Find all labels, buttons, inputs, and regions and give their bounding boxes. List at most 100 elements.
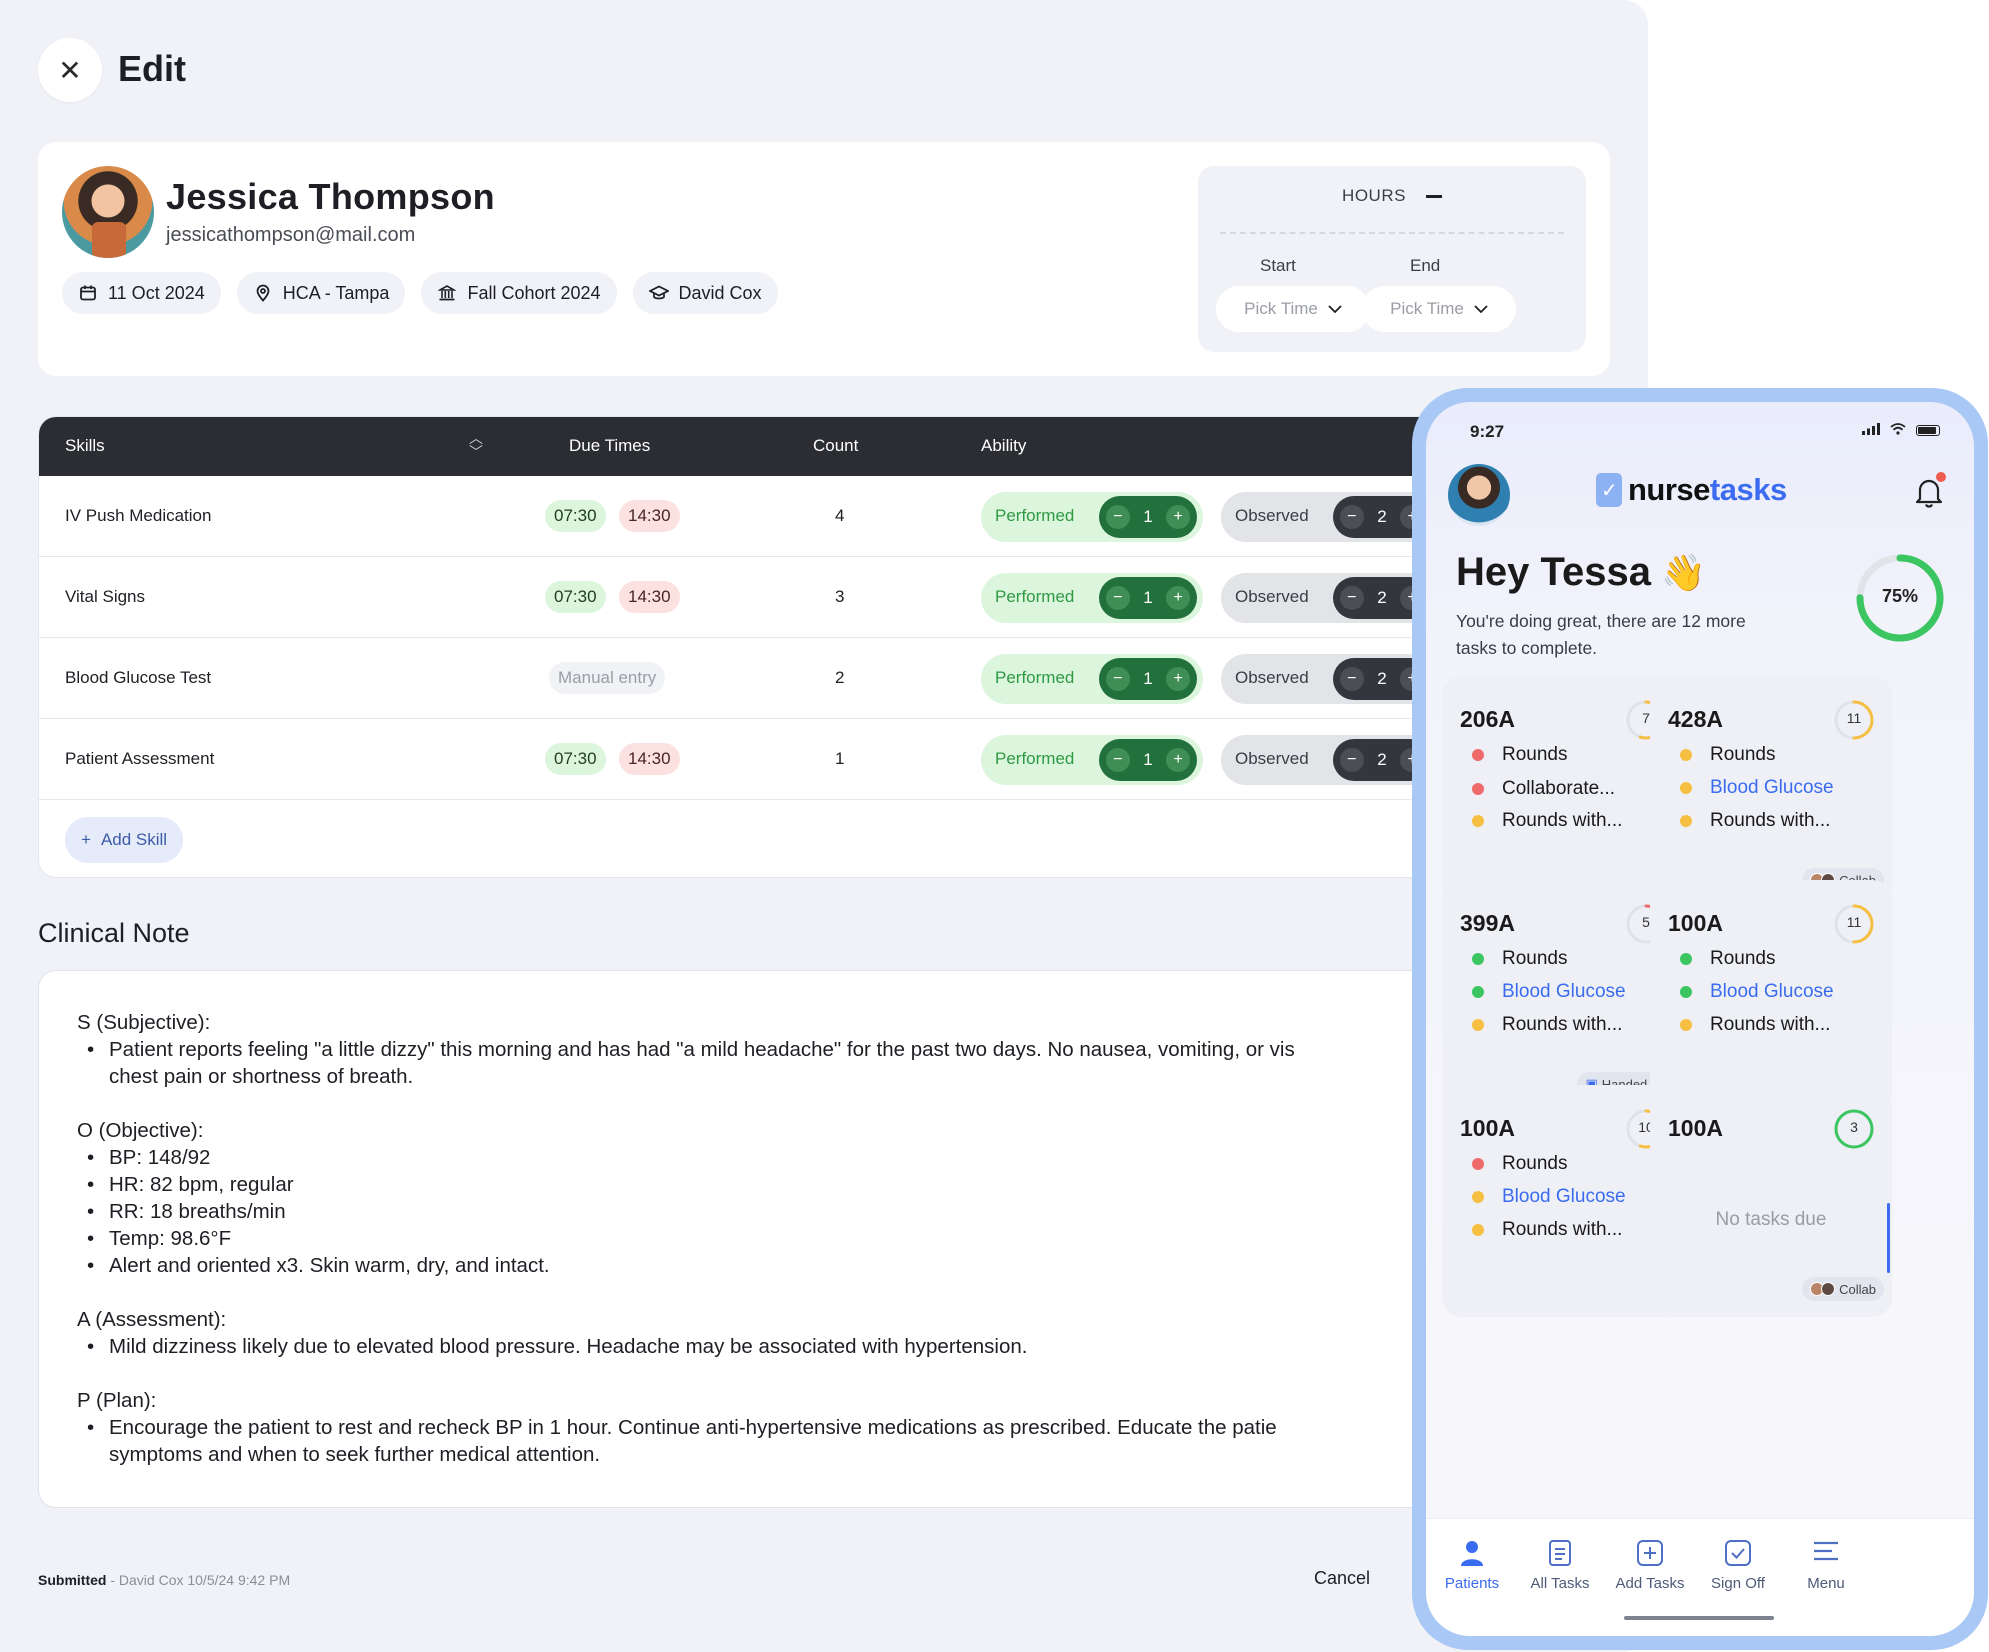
note-list: BP: 148/92 HR: 82 bpm, regular RR: 18 br…	[77, 1144, 1571, 1279]
user-avatar[interactable]	[1448, 464, 1510, 526]
table-header: Skills ︿ ﹀ Due Times Count Ability	[39, 417, 1609, 476]
hours-header: HOURS	[1198, 186, 1586, 206]
minus-icon[interactable]	[1425, 195, 1442, 199]
task-label: Rounds	[1710, 948, 1776, 969]
room-card-428a[interactable]: 428A 11 Rounds Blood Glucose Rounds with…	[1650, 676, 1892, 908]
increment-button[interactable]: +	[1166, 505, 1191, 529]
status-icons	[1862, 422, 1940, 438]
note-item: BP: 148/92	[87, 1144, 1571, 1171]
decrement-button[interactable]: −	[1105, 748, 1130, 772]
scrollbar[interactable]	[1887, 1203, 1890, 1273]
observed-control: Observed − 2 +	[1221, 492, 1443, 542]
increment-button[interactable]: +	[1166, 667, 1191, 691]
task-label: Rounds with...	[1502, 1014, 1623, 1035]
location-pin-icon	[253, 283, 273, 303]
bottom-nav: Patients All Tasks Add Tasks Sign Off Me…	[1426, 1518, 1974, 1636]
note-section-assessment: A (Assessment): Mild dizziness likely du…	[77, 1306, 1571, 1360]
task-item-link[interactable]: Blood Glucose	[1472, 1186, 1626, 1208]
note-section-subjective: S (Subjective): Patient reports feeling …	[77, 1009, 1571, 1090]
student-name: Jessica Thompson	[166, 176, 495, 217]
due-time-pill: 07:30	[545, 581, 606, 613]
note-list: Encourage the patient to rest and rechec…	[77, 1414, 1571, 1468]
task-item: Rounds	[1472, 1153, 1568, 1175]
room-card-206a[interactable]: 206A 7 Rounds Collaborate... Rounds with…	[1442, 676, 1684, 908]
task-item: Rounds with...	[1472, 810, 1622, 832]
due-time-pill: 14:30	[619, 743, 680, 775]
canvas: ✕ Edit Jessica Thompson jessicathompson@…	[0, 0, 1989, 1652]
status-dot	[1472, 815, 1484, 827]
decrement-button[interactable]: −	[1105, 667, 1130, 691]
end-time-picker[interactable]: Pick Time	[1362, 286, 1516, 332]
status-dot	[1472, 1158, 1484, 1170]
avatar	[1821, 1282, 1836, 1296]
nav-sign-off[interactable]: Sign Off	[1688, 1539, 1788, 1592]
decrement-button[interactable]: −	[1105, 505, 1130, 529]
bell-icon[interactable]	[1914, 476, 1944, 516]
calendar-icon	[78, 283, 98, 303]
status-dot	[1680, 782, 1692, 794]
start-time-picker[interactable]: Pick Time	[1216, 286, 1370, 332]
decrement-button[interactable]: −	[1339, 505, 1364, 529]
task-item: Rounds with...	[1472, 1219, 1622, 1241]
date-chip-label: 11 Oct 2024	[108, 282, 205, 303]
nav-all-tasks[interactable]: All Tasks	[1510, 1539, 1610, 1592]
skill-count: 3	[835, 587, 845, 606]
table-row: Blood Glucose Test Manual entry 2 Perfor…	[39, 638, 1609, 719]
nav-label: Menu	[1807, 1575, 1845, 1592]
chevron-down-icon	[1328, 299, 1342, 319]
nav-menu[interactable]: Menu	[1776, 1539, 1876, 1592]
close-button[interactable]: ✕	[38, 38, 102, 102]
notification-dot	[1936, 472, 1946, 482]
add-skill-button[interactable]: + Add Skill	[65, 817, 184, 863]
decrement-button[interactable]: −	[1339, 667, 1364, 691]
task-item: Collaborate...	[1472, 778, 1615, 800]
edit-panel: ✕ Edit Jessica Thompson jessicathompson@…	[0, 0, 1648, 1652]
due-time-pill: 07:30	[545, 743, 606, 775]
room-name: 100A	[1460, 1115, 1515, 1141]
decrement-button[interactable]: −	[1339, 586, 1364, 610]
skills-table: Skills ︿ ﹀ Due Times Count Ability IV Pus…	[38, 416, 1610, 878]
clinical-note-title: Clinical Note	[38, 918, 190, 948]
room-task-count: 3	[1850, 1119, 1858, 1135]
decrement-button[interactable]: −	[1339, 748, 1364, 772]
increment-button[interactable]: +	[1166, 748, 1191, 772]
performed-control: Performed − 1 +	[981, 735, 1203, 785]
logo-nurse: nurse	[1628, 472, 1710, 507]
building-icon	[437, 283, 457, 303]
due-time-pill: 14:30	[619, 581, 680, 613]
task-label: Rounds	[1502, 948, 1568, 969]
observed-label: Observed	[1235, 749, 1309, 768]
performed-label: Performed	[995, 587, 1075, 606]
room-card-100a[interactable]: 100A 11 Rounds Blood Glucose Rounds with…	[1650, 880, 1892, 1112]
room-card-100a[interactable]: 100A 10 Rounds Blood Glucose Rounds with…	[1442, 1085, 1684, 1317]
note-item: Alert and oriented x3. Skin warm, dry, a…	[87, 1252, 1571, 1279]
date-chip: 11 Oct 2024	[62, 272, 221, 314]
sort-icon[interactable]: ︿ ﹀	[469, 431, 483, 459]
nav-patients[interactable]: Patients	[1426, 1539, 1522, 1592]
observed-control: Observed − 2 +	[1221, 573, 1443, 623]
task-item-link[interactable]: Blood Glucose	[1680, 981, 1834, 1003]
room-task-count: 11	[1846, 914, 1862, 930]
manual-entry-pill[interactable]: Manual entry	[549, 662, 666, 694]
cancel-button[interactable]: Cancel	[1314, 1568, 1370, 1589]
clipboard-check-icon	[1596, 473, 1622, 507]
clinical-note-textarea[interactable]: S (Subjective): Patient reports feeling …	[38, 970, 1610, 1508]
greeting-text: Hey Tessa	[1456, 550, 1651, 594]
decrement-button[interactable]: −	[1105, 586, 1130, 610]
increment-button[interactable]: +	[1166, 586, 1191, 610]
note-item: Encourage the patient to rest and rechec…	[87, 1414, 1571, 1468]
home-indicator[interactable]	[1624, 1616, 1774, 1620]
room-card-399a[interactable]: 399A 5 Rounds Blood Glucose Rounds with.…	[1442, 880, 1684, 1112]
task-item-link[interactable]: Blood Glucose	[1680, 777, 1834, 799]
avatar	[62, 166, 154, 258]
table-row: Patient Assessment 07:30 14:30 1 Perform…	[39, 719, 1609, 800]
room-card-100a-empty[interactable]: 100A 3 No tasks due Collab	[1650, 1085, 1892, 1317]
table-row: IV Push Medication 07:30 14:30 4 Perform…	[39, 476, 1609, 557]
nav-add-tasks[interactable]: Add Tasks	[1600, 1539, 1700, 1592]
status-dot	[1472, 749, 1484, 761]
end-label: End	[1410, 256, 1441, 275]
nursetasks-logo: nursetasks	[1596, 472, 1787, 508]
task-item-link[interactable]: Blood Glucose	[1472, 981, 1626, 1003]
task-label: Collaborate...	[1502, 778, 1616, 799]
performed-stepper: − 1 +	[1099, 739, 1197, 781]
